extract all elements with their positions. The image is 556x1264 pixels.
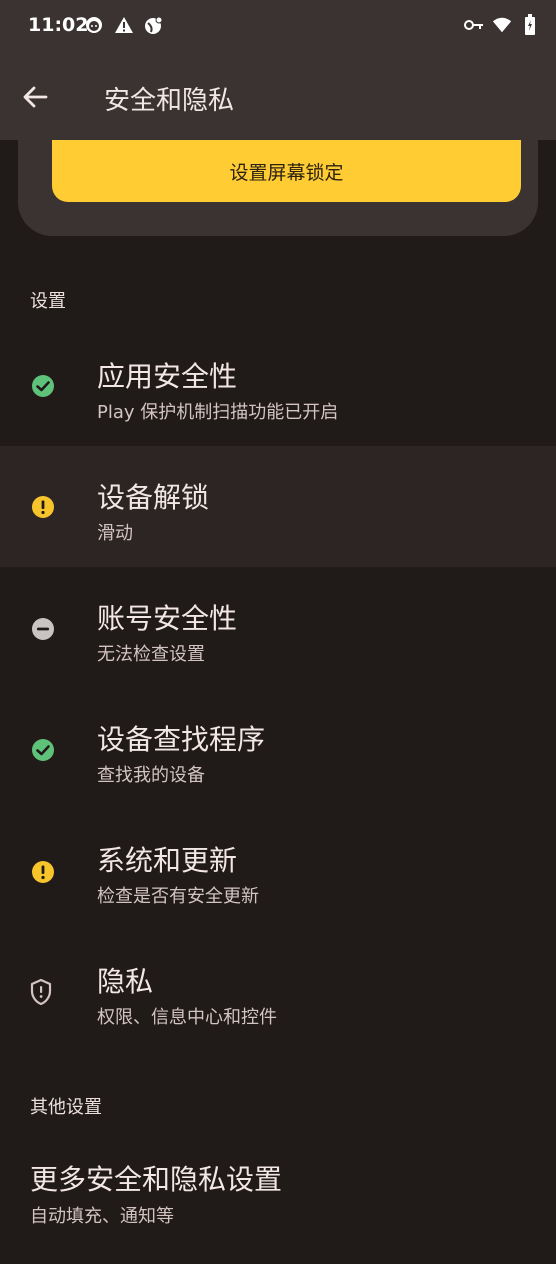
list-item-title: 设备解锁	[97, 481, 210, 514]
status-time: 11:02	[28, 14, 89, 36]
list-item-title: 更多安全和隐私设置	[30, 1163, 283, 1196]
battery-icon	[520, 14, 540, 35]
status-bar: 11:02	[0, 0, 556, 54]
setup-screen-lock-button[interactable]: 设置屏幕锁定	[52, 140, 521, 202]
exclamation-circle-icon	[30, 494, 56, 520]
back-arrow-icon	[23, 86, 48, 108]
back-button[interactable]	[18, 80, 52, 114]
list-item-subtitle: 滑动	[97, 523, 133, 544]
list-item-title: 应用安全性	[97, 360, 238, 393]
list-item-account-security[interactable]: 账号安全性 无法检查设置	[0, 567, 556, 688]
shield-icon	[28, 978, 54, 1006]
list-item-title: 隐私	[97, 965, 154, 998]
page-title: 安全和隐私	[104, 86, 235, 116]
check-circle-icon	[30, 373, 56, 399]
list-item-subtitle: 检查是否有安全更新	[97, 886, 259, 907]
settings-section-header: 设置	[30, 291, 66, 312]
android-face-icon	[84, 15, 104, 35]
list-item-title: 设备查找程序	[97, 723, 266, 756]
exclamation-circle-icon	[30, 859, 56, 885]
list-item-subtitle: 权限、信息中心和控件	[97, 1007, 277, 1028]
key-icon	[464, 15, 484, 35]
list-item-more-security-privacy[interactable]: 更多安全和隐私设置 自动填充、通知等	[0, 1140, 556, 1250]
list-item-app-security[interactable]: 应用安全性 Play 保护机制扫描功能已开启	[0, 325, 556, 446]
warning-icon	[114, 15, 134, 35]
list-item-title: 账号安全性	[97, 602, 238, 635]
check-circle-icon	[30, 737, 56, 763]
list-item-subtitle: Play 保护机制扫描功能已开启	[97, 402, 339, 423]
vpn-globe-icon	[144, 15, 164, 35]
list-item-system-updates[interactable]: 系统和更新 检查是否有安全更新	[0, 809, 556, 930]
list-item-subtitle: 查找我的设备	[97, 765, 205, 786]
app-bar: 安全和隐私	[0, 54, 556, 140]
list-item-privacy[interactable]: 隐私 权限、信息中心和控件	[0, 930, 556, 1051]
list-item-subtitle: 自动填充、通知等	[30, 1206, 174, 1227]
list-item-find-my-device[interactable]: 设备查找程序 查找我的设备	[0, 688, 556, 809]
list-item-subtitle: 无法检查设置	[97, 644, 205, 665]
list-item-title: 系统和更新	[97, 844, 238, 877]
minus-circle-icon	[30, 616, 56, 642]
wifi-icon	[492, 15, 512, 35]
other-settings-section-header: 其他设置	[30, 1097, 102, 1118]
list-item-device-unlock[interactable]: 设备解锁 滑动	[0, 446, 556, 567]
